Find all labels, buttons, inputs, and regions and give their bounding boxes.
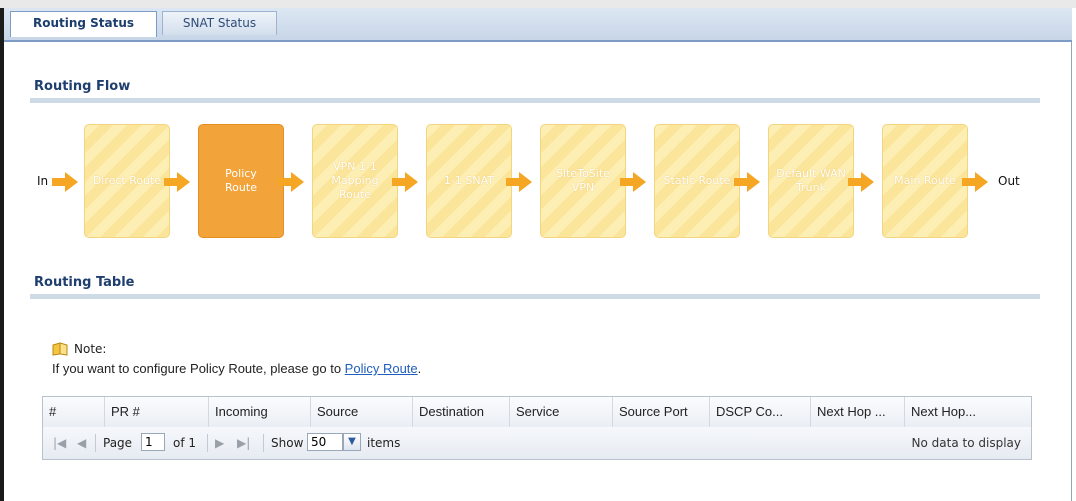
flow-in-label: In <box>37 174 49 188</box>
column-header-source-port[interactable]: Source Port <box>613 397 710 427</box>
flow-step-label: Direct Route <box>92 174 162 187</box>
tab-routing-status[interactable]: Routing Status <box>10 11 157 37</box>
column-header-next-hop-1[interactable]: Next Hop ... <box>811 397 905 427</box>
note-text: If you want to configure Policy Route, p… <box>52 361 421 376</box>
items-label: items <box>367 436 401 450</box>
routing-table-title: Routing Table <box>34 275 135 290</box>
column-header-destination[interactable]: Destination <box>413 397 510 427</box>
first-page-icon[interactable]: |◀ <box>53 436 66 450</box>
last-page-icon[interactable]: ▶| <box>237 436 250 450</box>
column-header-dscp[interactable]: DSCP Co... <box>710 397 811 427</box>
column-header-service[interactable]: Service <box>510 397 613 427</box>
pager-divider <box>263 434 264 452</box>
flow-step: Direct Route <box>84 124 170 238</box>
flow-step: Static Route <box>654 124 740 238</box>
column-header-next-hop-2[interactable]: Next Hop... <box>905 397 1031 427</box>
note-label: Note: <box>74 342 107 356</box>
note-suffix: . <box>417 361 422 376</box>
page-count: of 1 <box>173 436 197 450</box>
routing-table-grid: # PR # Incoming Source Destination Servi… <box>42 396 1032 460</box>
empty-table-message: No data to display <box>911 436 1021 450</box>
column-header-incoming[interactable]: Incoming <box>209 397 311 427</box>
page-size-select[interactable] <box>307 433 343 451</box>
flow-step: Policy Route <box>198 124 284 238</box>
flow-step-label: Static Route <box>663 174 731 187</box>
flow-step-label: Main Route <box>894 174 956 187</box>
routing-table-divider <box>30 294 1040 299</box>
table-header: # PR # Incoming Source Destination Servi… <box>43 397 1031 428</box>
prev-page-icon[interactable]: ◀ <box>77 436 86 450</box>
flow-step-label: VPN 1-1 Mapping Route <box>331 160 379 201</box>
flow-step: Main Route <box>882 124 968 238</box>
page-number-input[interactable] <box>141 433 165 451</box>
flow-step-label: Policy Route <box>225 167 257 194</box>
policy-route-link[interactable]: Policy Route <box>345 361 418 376</box>
chevron-down-icon[interactable]: ▼ <box>343 433 361 451</box>
tab-snat-status[interactable]: SNAT Status <box>162 11 277 35</box>
flow-step: VPN 1-1 Mapping Route <box>312 124 398 238</box>
note-message: If you want to configure Policy Route, p… <box>52 361 345 376</box>
flow-step: SiteToSite VPN <box>540 124 626 238</box>
routing-flow-title: Routing Flow <box>34 79 131 94</box>
page-label: Page <box>103 436 133 450</box>
column-header-pr[interactable]: PR # <box>105 397 209 427</box>
routing-flow-divider <box>30 98 1040 103</box>
flow-step-label: Default WAN Trunk <box>776 167 846 194</box>
flow-step-label: SiteToSite VPN <box>556 167 610 194</box>
pagination-bar: |◀ ◀ Page of 1 ▶ ▶| Show ▼ items No data… <box>43 427 1031 459</box>
column-header-source[interactable]: Source <box>311 397 413 427</box>
flow-step-label: 1-1 SNAT <box>443 174 495 187</box>
show-label: Show <box>271 436 304 450</box>
flow-step: 1-1 SNAT <box>426 124 512 238</box>
column-header-index[interactable]: # <box>43 397 105 427</box>
pager-divider <box>95 434 96 452</box>
flow-step: Default WAN Trunk <box>768 124 854 238</box>
top-strip <box>0 0 1076 8</box>
next-page-icon[interactable]: ▶ <box>215 436 224 450</box>
flow-out-label: Out <box>998 174 1020 188</box>
pager-divider <box>207 434 208 452</box>
note-icon <box>52 342 68 356</box>
